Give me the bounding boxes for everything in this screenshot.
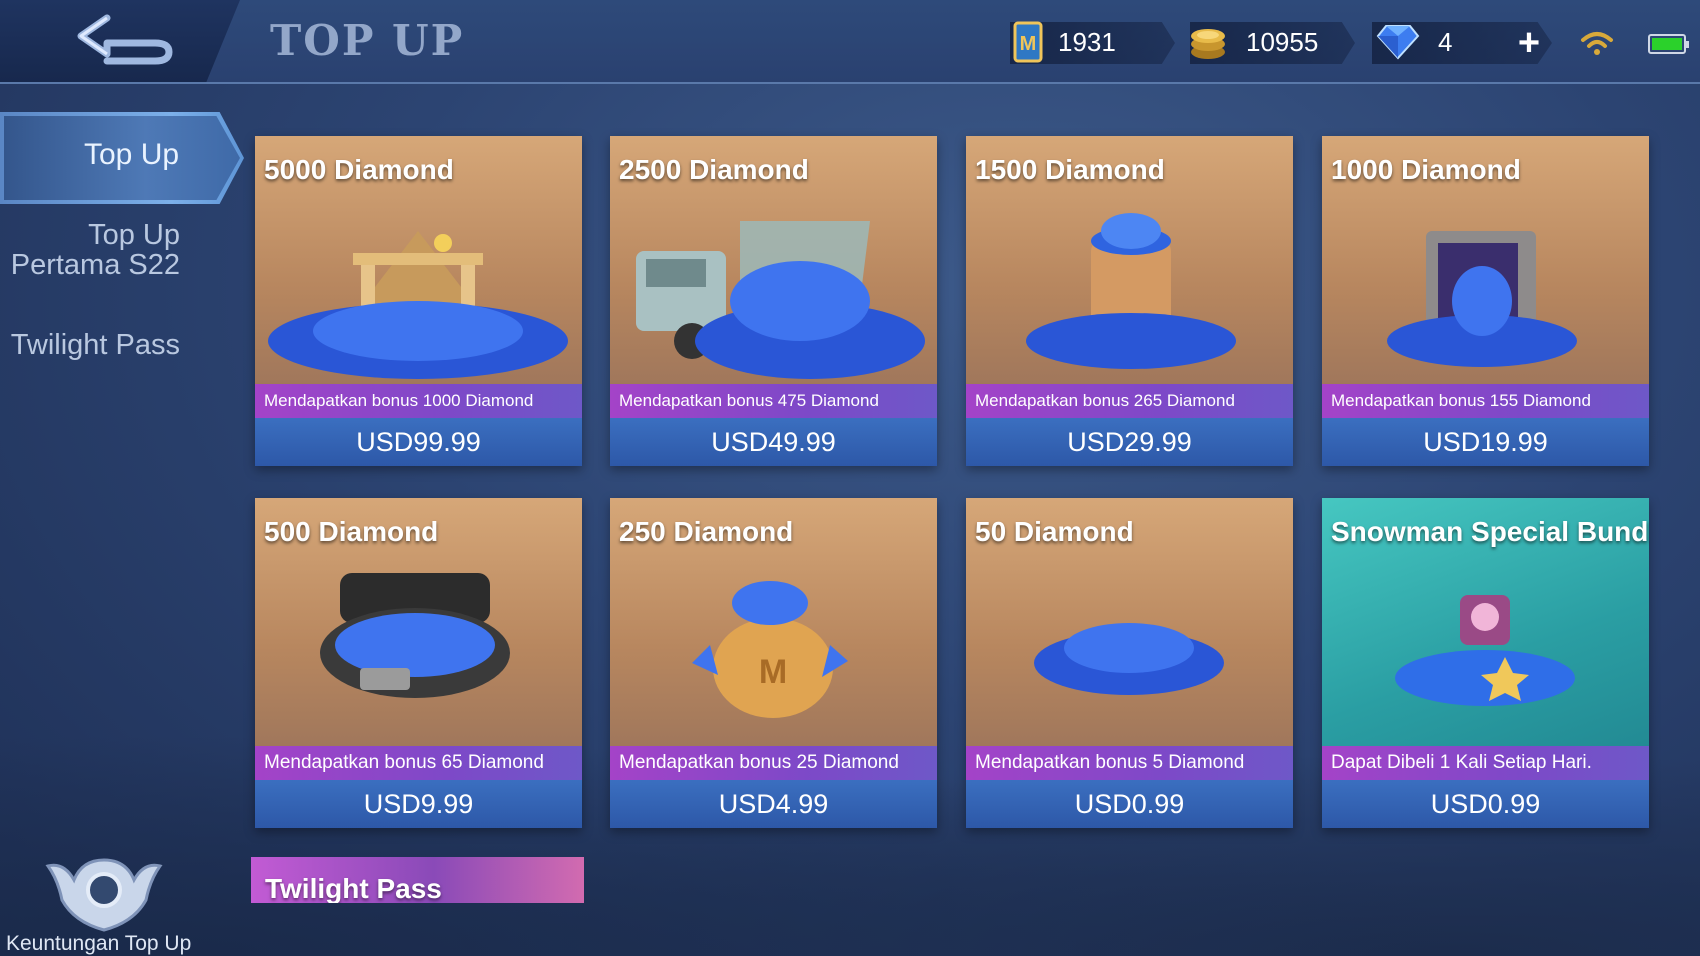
bundle-diamonds-icon: [1395, 595, 1575, 706]
bag-diamonds-icon: M: [692, 581, 848, 718]
package-title: 250 Diamond: [619, 516, 794, 547]
diamond-icon: [1376, 25, 1420, 60]
package-card[interactable]: 1500 Diamond Mendapatkan bonus 265 Diamo…: [966, 136, 1293, 466]
package-bonus-text: Mendapatkan bonus 5 Diamond: [966, 746, 1293, 780]
back-button[interactable]: [74, 10, 184, 72]
package-title: 50 Diamond: [975, 516, 1134, 547]
package-card[interactable]: M 250 Diamond Mendapatkan bonus 25 Diamo…: [610, 498, 937, 828]
package-price-button[interactable]: USD0.99: [966, 780, 1293, 828]
package-card[interactable]: 500 Diamond Mendapatkan bonus 65 Diamond…: [255, 498, 582, 828]
package-price-button[interactable]: USD29.99: [966, 418, 1293, 466]
truck-diamonds-icon: [636, 221, 925, 379]
package-card[interactable]: 50 Diamond Mendapatkan bonus 5 Diamond U…: [966, 498, 1293, 828]
package-price-button[interactable]: USD19.99: [1322, 418, 1649, 466]
package-price-button[interactable]: USD4.99: [610, 780, 937, 828]
package-price-button[interactable]: USD0.99: [1322, 780, 1649, 828]
top-up-benefit-label: Keuntungan Top Up: [6, 932, 192, 955]
sidebar-item-label: Twilight Pass: [10, 329, 180, 361]
add-diamond-button[interactable]: +: [1510, 22, 1548, 64]
package-bonus-text: Mendapatkan bonus 265 Diamond: [966, 384, 1293, 418]
battle-points-counter: 10955: [1188, 20, 1318, 64]
pile-diamonds-icon: [1034, 623, 1224, 695]
package-bonus-text: Mendapatkan bonus 155 Diamond: [1322, 384, 1649, 418]
sidebar-item-label: Top Up: [84, 138, 180, 171]
page-title: TOP UP: [270, 16, 465, 65]
diamond-value: 4: [1438, 26, 1453, 57]
sidebar-item-top-up[interactable]: Top Up: [0, 112, 244, 204]
ticket-counter: M 1931: [1012, 20, 1116, 64]
wing-emblem-icon: [45, 858, 163, 932]
sidebar-item-top-up-pertama[interactable]: Top Up Pertama S22: [0, 220, 180, 280]
svg-text:M: M: [759, 653, 787, 691]
sidebar-item-twilight-pass[interactable]: Twilight Pass: [0, 330, 180, 360]
bank-diamonds-icon: [268, 231, 568, 379]
top-up-benefit-button[interactable]: Keuntungan Top Up: [4, 850, 200, 956]
package-card[interactable]: 5000 Diamond Mendapatkan bonus 1000 Diam…: [255, 136, 582, 466]
package-title: Snowman Special Bundle: [1331, 516, 1649, 547]
package-price-button[interactable]: USD49.99: [610, 418, 937, 466]
package-card[interactable]: Snowman Special Bundle Dapat Dibeli 1 Ka…: [1322, 498, 1649, 828]
battle-points-value: 10955: [1246, 26, 1319, 57]
top-bar: TOP UP M 1931 10955 4 +: [0, 0, 1700, 84]
ticket-value: 1931: [1058, 26, 1116, 57]
sidebar-item-label: Top Up Pertama S22: [10, 219, 180, 281]
gold-coin-icon: [1191, 29, 1225, 59]
wifi-icon: [1581, 32, 1613, 55]
ticket-icon: M: [1013, 21, 1043, 63]
package-price-button[interactable]: USD9.99: [255, 780, 582, 828]
chest-diamonds-icon: [320, 573, 510, 698]
svg-text:M: M: [1020, 33, 1037, 55]
package-title: 1000 Diamond: [1331, 154, 1521, 185]
package-title: 500 Diamond: [264, 516, 439, 547]
diamond-counter: 4: [1376, 20, 1452, 64]
back-arrow-icon: [77, 14, 173, 65]
twilight-pass-title: Twilight Pass: [265, 873, 442, 903]
package-title: 1500 Diamond: [975, 154, 1165, 185]
package-bonus-text: Mendapatkan bonus 25 Diamond: [610, 746, 937, 780]
package-bonus-text: Mendapatkan bonus 65 Diamond: [255, 746, 582, 780]
package-title: 2500 Diamond: [619, 154, 809, 185]
barrel-diamonds-icon: [1026, 213, 1236, 369]
battery-icon: [1648, 34, 1689, 54]
package-price-button[interactable]: USD99.99: [255, 418, 582, 466]
package-bonus-text: Dapat Dibeli 1 Kali Setiap Hari.: [1322, 746, 1649, 780]
package-title: 5000 Diamond: [264, 154, 454, 185]
package-bonus-text: Mendapatkan bonus 1000 Diamond: [255, 384, 582, 418]
twilight-pass-card[interactable]: Twilight Pass: [251, 857, 584, 903]
package-card[interactable]: 1000 Diamond Mendapatkan bonus 155 Diamo…: [1322, 136, 1649, 466]
battery-fill: [1652, 38, 1682, 50]
safe-diamonds-icon: [1387, 231, 1577, 367]
package-card[interactable]: 2500 Diamond Mendapatkan bonus 475 Diamo…: [610, 136, 937, 466]
package-bonus-text: Mendapatkan bonus 475 Diamond: [610, 384, 937, 418]
